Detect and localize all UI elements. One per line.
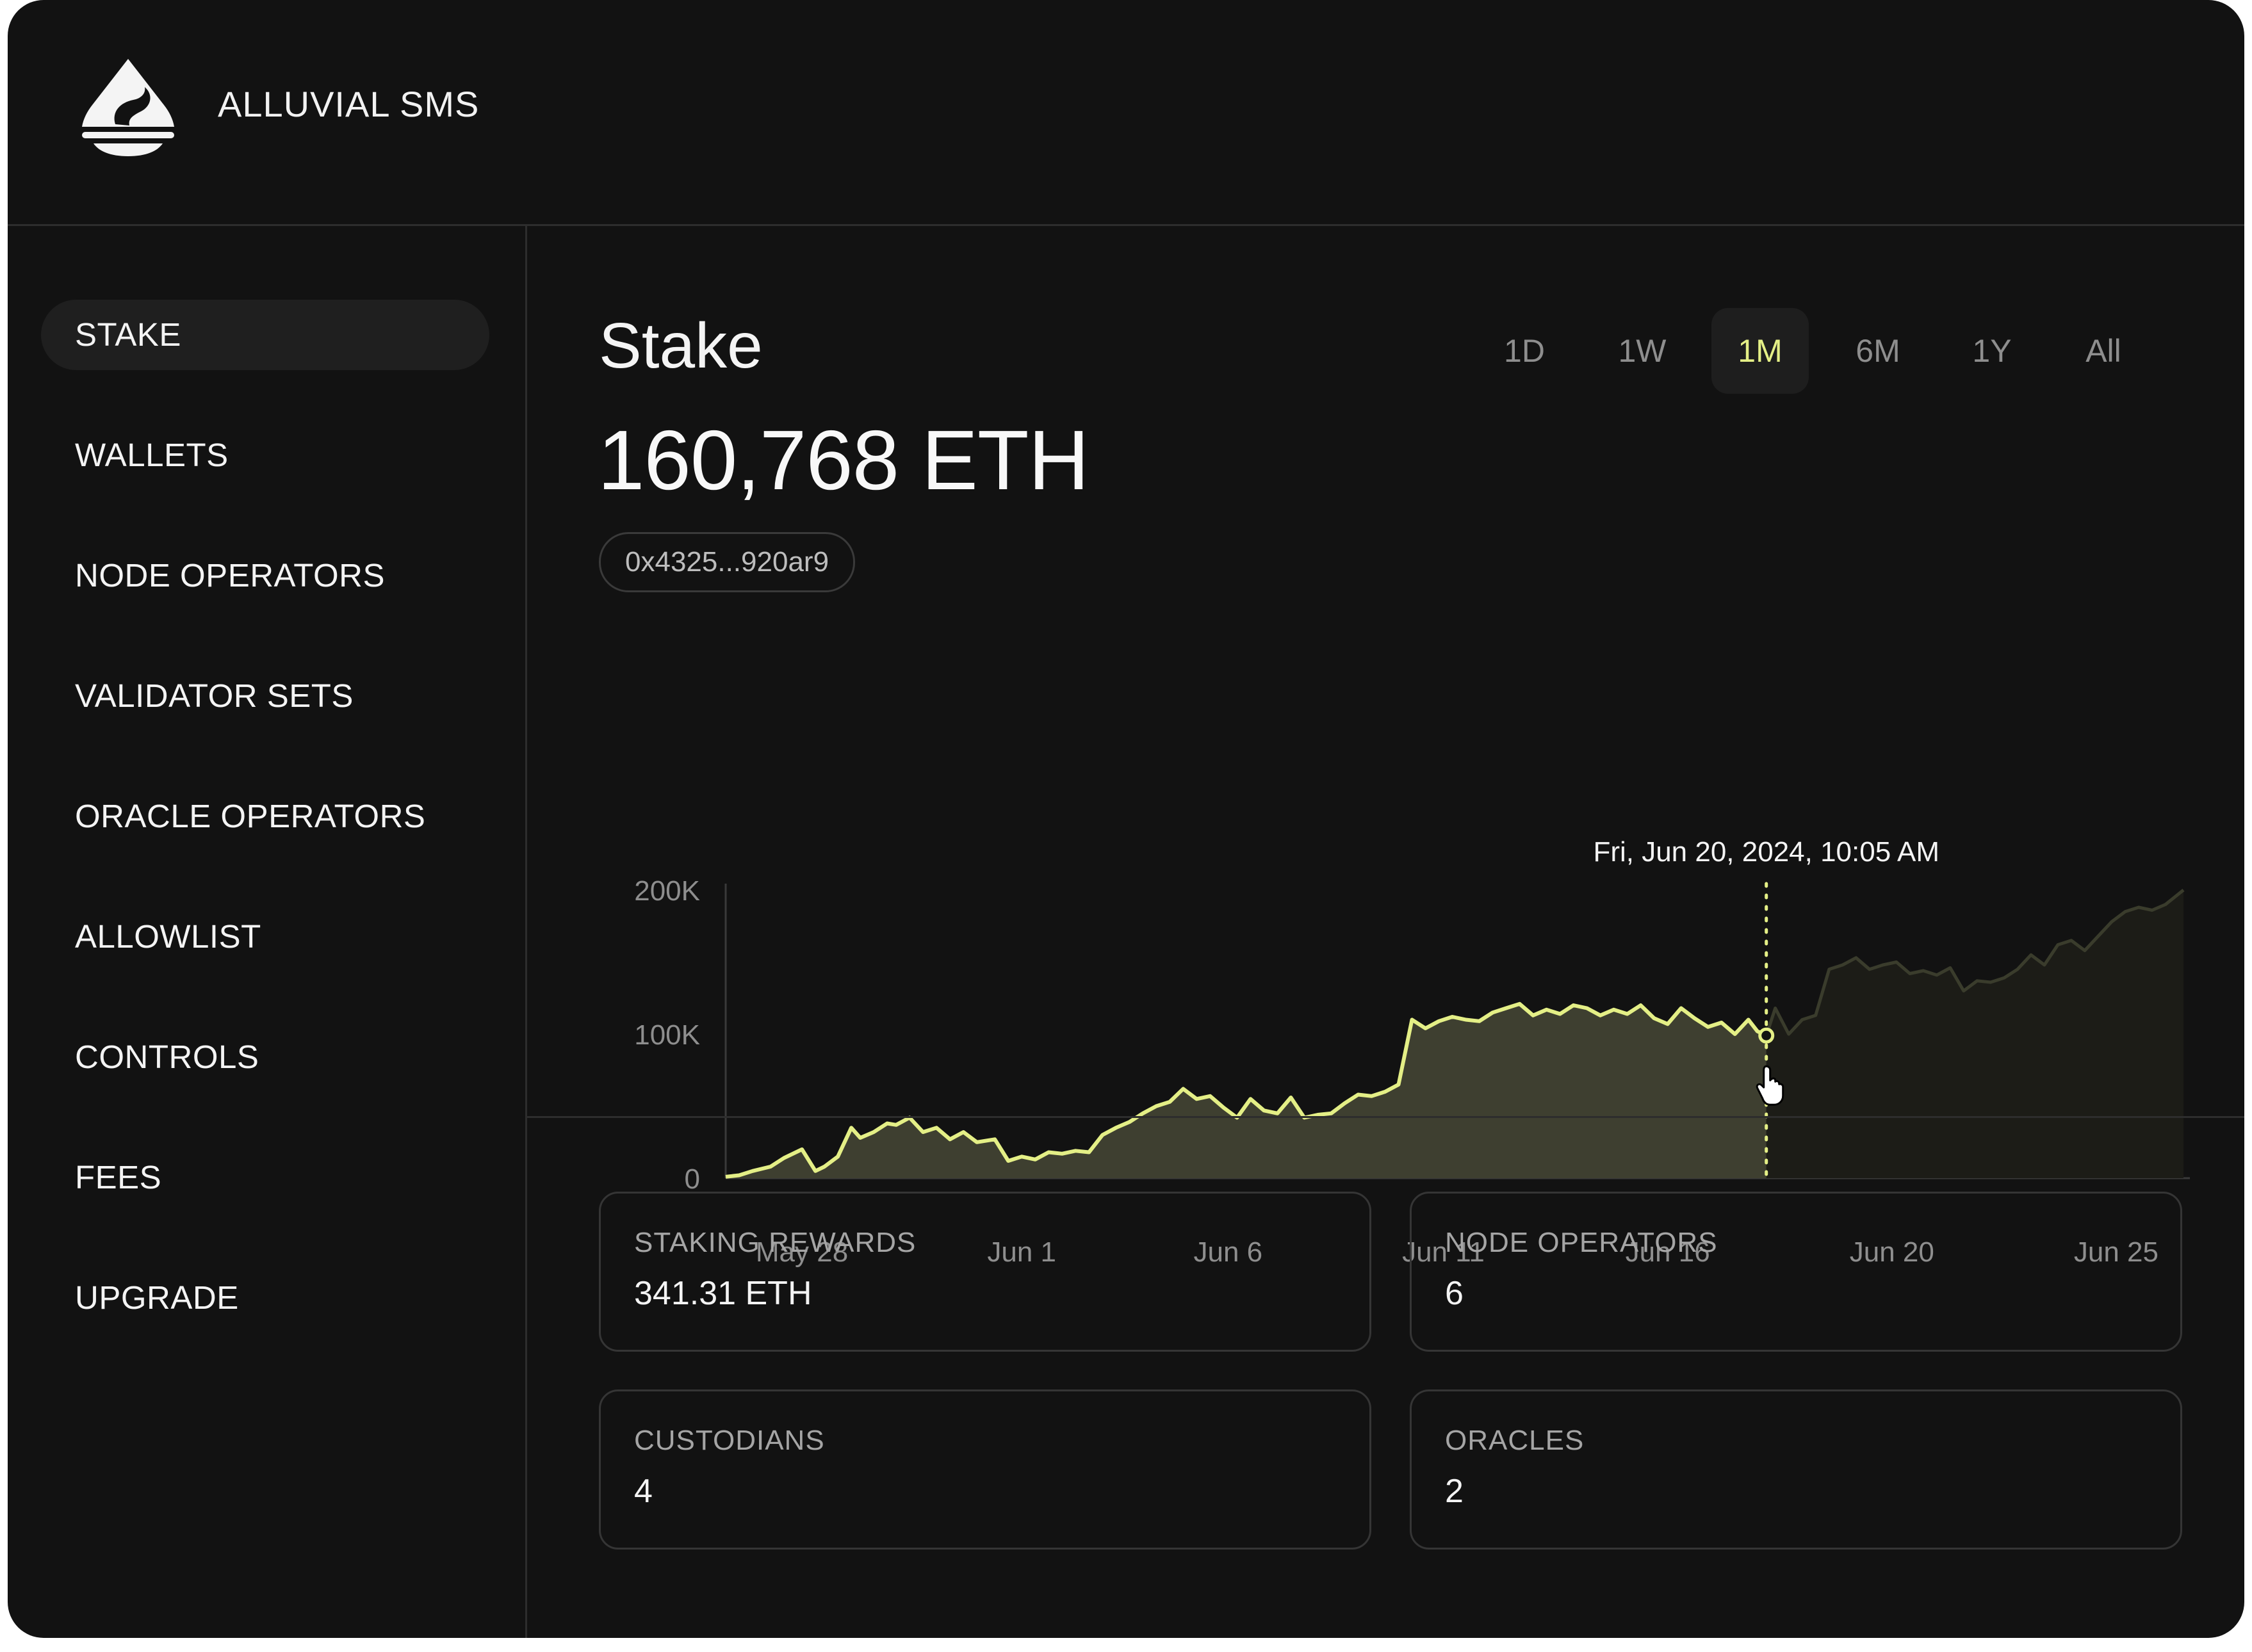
tab-range-1m[interactable]: 1M: [1711, 308, 1809, 394]
y-tick-label: 200K: [634, 875, 700, 907]
tab-range-6m[interactable]: 6M: [1829, 308, 1927, 394]
brand-name: ALLUVIAL SMS: [218, 84, 480, 124]
stat-label: CUSTODIANS: [634, 1425, 825, 1456]
stake-total-value: 160,768 ETH: [598, 413, 1089, 507]
main-panel: Stake 160,768 ETH 0x4325...920ar9 1D 1W …: [527, 226, 2244, 1638]
alluvial-drop-icon[interactable]: [74, 53, 182, 160]
tab-range-1d[interactable]: 1D: [1476, 308, 1573, 394]
time-range-tabs: 1D 1W 1M 6M 1Y All: [1476, 308, 2244, 394]
sidebar-item-wallets[interactable]: WALLETS: [41, 420, 489, 490]
address-chip[interactable]: 0x4325...920ar9: [599, 532, 856, 592]
sidebar-item-controls[interactable]: CONTROLS: [41, 1022, 489, 1092]
stat-label: ORACLES: [1445, 1425, 1585, 1456]
stat-value: 4: [634, 1473, 653, 1510]
stat-card-custodians: CUSTODIANS 4: [599, 1389, 1371, 1550]
chart-area: [726, 1003, 1767, 1178]
tab-range-1y[interactable]: 1Y: [1943, 308, 2041, 394]
tab-range-all[interactable]: All: [2055, 308, 2152, 394]
top-header: ALLUVIAL SMS: [8, 0, 2244, 226]
sidebar-item-allowlist[interactable]: ALLOWLIST: [41, 902, 489, 972]
hover-point: [1758, 1027, 1775, 1044]
sidebar-item-node-operators[interactable]: NODE OPERATORS: [41, 540, 489, 611]
stat-value: 341.31 ETH: [634, 1275, 812, 1312]
sidebar: STAKE WALLETS NODE OPERATORS VALIDATOR S…: [8, 226, 527, 1638]
sidebar-item-oracle-operators[interactable]: ORACLE OPERATORS: [41, 781, 489, 852]
page-title: Stake: [599, 310, 763, 382]
tab-range-1w[interactable]: 1W: [1594, 308, 1691, 394]
sidebar-item-validator-sets[interactable]: VALIDATOR SETS: [41, 661, 489, 731]
stat-card-node-operators: NODE OPERATORS 6: [1410, 1192, 2182, 1352]
stat-card-staking-rewards: STAKING REWARDS 341.31 ETH: [599, 1192, 1371, 1352]
section-divider: [527, 1116, 2244, 1118]
app-window: ALLUVIAL SMS STAKE WALLETS NODE OPERATOR…: [8, 0, 2244, 1638]
sidebar-item-stake[interactable]: STAKE: [41, 300, 489, 370]
y-tick-label: 0: [685, 1163, 700, 1195]
stat-label: NODE OPERATORS: [1445, 1227, 1718, 1258]
sidebar-item-upgrade[interactable]: UPGRADE: [41, 1263, 489, 1333]
chart-area-future: [1766, 890, 2183, 1178]
stat-value: 6: [1445, 1275, 1464, 1312]
chart-tooltip: Fri, Jun 20, 2024, 10:05 AM: [1593, 836, 1939, 868]
stat-label: STAKING REWARDS: [634, 1227, 917, 1258]
sidebar-item-fees[interactable]: FEES: [41, 1142, 489, 1213]
stat-value: 2: [1445, 1473, 1464, 1510]
stat-card-oracles: ORACLES 2: [1410, 1389, 2182, 1550]
y-tick-label: 100K: [634, 1019, 700, 1051]
